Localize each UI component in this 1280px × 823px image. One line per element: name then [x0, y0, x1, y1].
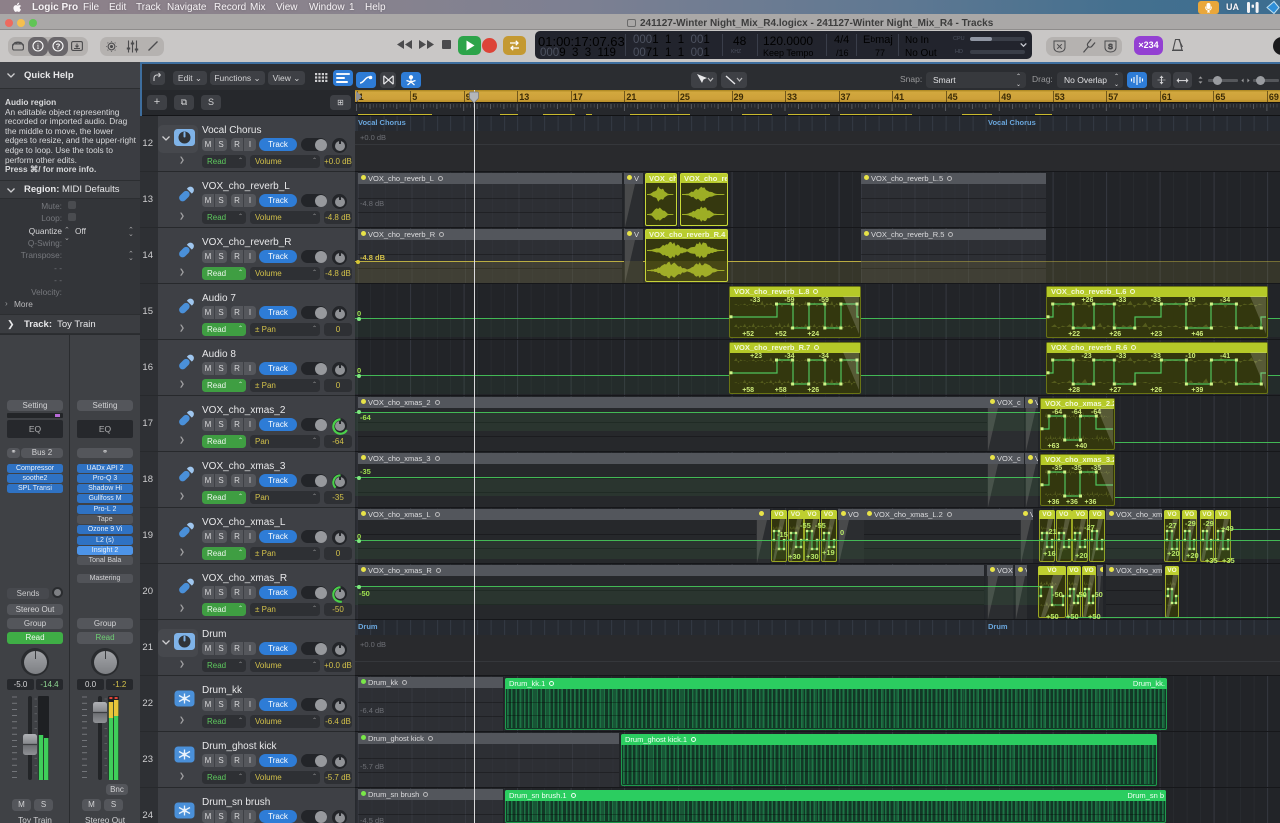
svg-text:+58: +58 — [742, 387, 754, 394]
svg-text:+26: +26 — [807, 387, 819, 394]
svg-text:i: i — [37, 42, 40, 51]
svg-text:+39: +39 — [1191, 387, 1203, 394]
svg-text:-33: -33 — [1151, 353, 1161, 360]
svg-text:-59: -59 — [819, 297, 829, 304]
svg-text:-35: -35 — [1052, 465, 1062, 472]
svg-text:+28: +28 — [1068, 387, 1080, 394]
svg-text:-41: -41 — [1220, 353, 1230, 360]
svg-text:-23: -23 — [1082, 353, 1092, 360]
svg-text:+36: +36 — [1085, 499, 1097, 506]
svg-text:-33: -33 — [1116, 297, 1126, 304]
svg-text:-19: -19 — [1185, 297, 1195, 304]
svg-text:+23: +23 — [750, 353, 762, 360]
svg-text:-10: -10 — [1185, 353, 1195, 360]
svg-text:-64: -64 — [1052, 409, 1062, 416]
svg-text:?: ? — [56, 42, 61, 51]
svg-text:+40: +40 — [1075, 443, 1087, 450]
svg-text:-34: -34 — [784, 353, 794, 360]
svg-text:+58: +58 — [775, 387, 787, 394]
svg-text:+36: +36 — [1048, 499, 1060, 506]
svg-text:+26: +26 — [1150, 387, 1162, 394]
svg-text:+46: +46 — [1191, 331, 1203, 338]
svg-text:+63: +63 — [1048, 443, 1060, 450]
svg-text:-33: -33 — [1151, 297, 1161, 304]
svg-text:+23: +23 — [1150, 331, 1162, 338]
svg-text:-59: -59 — [784, 297, 794, 304]
svg-text:+26: +26 — [1082, 297, 1094, 304]
svg-text:-64: -64 — [1072, 409, 1082, 416]
svg-text:+24: +24 — [807, 331, 819, 338]
svg-text:+27: +27 — [1109, 387, 1121, 394]
svg-text:+52: +52 — [775, 331, 787, 338]
svg-text:S: S — [1108, 44, 1113, 51]
svg-text:-33: -33 — [750, 297, 760, 304]
svg-text:+26: +26 — [1109, 331, 1121, 338]
svg-text:-34: -34 — [1220, 297, 1230, 304]
svg-text:-34: -34 — [819, 353, 829, 360]
svg-text:+52: +52 — [742, 331, 754, 338]
svg-text:-33: -33 — [1116, 353, 1126, 360]
svg-text:-35: -35 — [1072, 465, 1082, 472]
svg-text:+36: +36 — [1066, 499, 1078, 506]
svg-text:+22: +22 — [1068, 331, 1080, 338]
